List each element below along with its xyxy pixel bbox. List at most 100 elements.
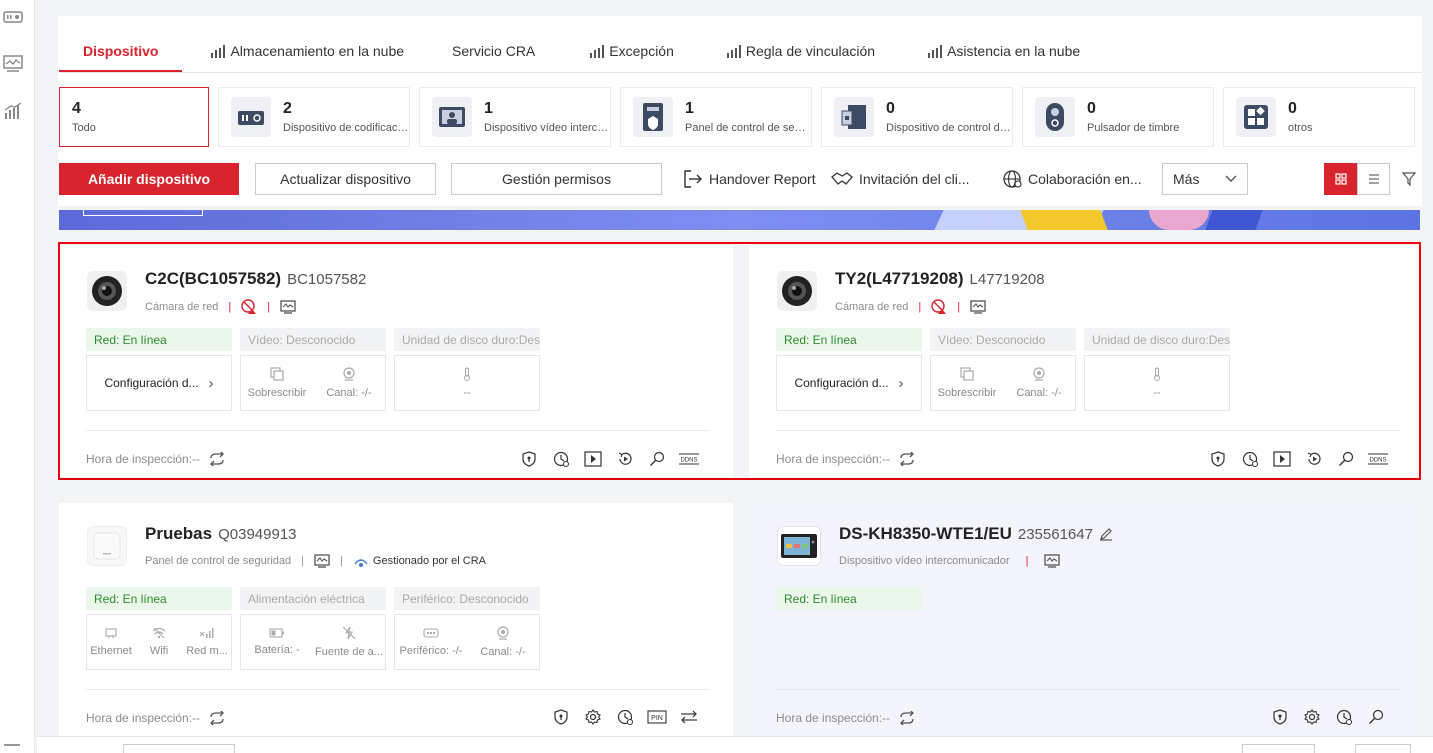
device-card[interactable]: TY2(L47719208) L47719208 Cámara de red | … bbox=[749, 245, 1420, 477]
invite-label: Invitación del cli... bbox=[859, 171, 970, 187]
inspection-time: Hora de inspección:-- bbox=[86, 452, 201, 466]
category-security-panel[interactable]: 1 Panel de control de seguridad bbox=[620, 87, 812, 147]
update-device-button[interactable]: Actualizar dispositivo bbox=[255, 163, 436, 195]
permissions-button[interactable]: Gestión permisos bbox=[451, 163, 662, 195]
schedule-icon[interactable] bbox=[1239, 448, 1261, 470]
category-doorbell[interactable]: 0 Pulsador de timbre bbox=[1022, 87, 1214, 147]
page-jump-input[interactable] bbox=[1242, 744, 1315, 753]
collaboration-button[interactable]: Colaboración en... bbox=[1002, 163, 1142, 195]
power-supply-icon bbox=[342, 626, 356, 640]
configuration-button[interactable]: Configuración d... › bbox=[86, 355, 232, 411]
add-device-button[interactable]: Añadir dispositivo bbox=[59, 163, 239, 195]
category-label: Dispositivo de control de acceso bbox=[886, 122, 1012, 134]
schedule-icon[interactable] bbox=[1333, 706, 1355, 728]
ethernet-label: Ethernet bbox=[90, 645, 132, 657]
separator: | bbox=[228, 301, 232, 313]
monitor-menu-icon[interactable] bbox=[2, 55, 24, 73]
alarm-warning-icon[interactable] bbox=[931, 299, 947, 315]
configuration-button[interactable]: Configuración d... › bbox=[776, 355, 922, 411]
more-dropdown[interactable]: Más bbox=[1162, 163, 1248, 195]
device-name[interactable]: DS-KH8350-WTE1/EU bbox=[839, 524, 1012, 544]
edit-icon[interactable] bbox=[1099, 527, 1113, 541]
ddns-icon[interactable]: DDNS bbox=[678, 448, 700, 470]
tab-almacenamiento[interactable]: Almacenamiento en la nube bbox=[182, 30, 428, 72]
device-card[interactable]: C2C(BC1057582) BC1057582 Cámara de red | … bbox=[59, 245, 733, 477]
grid-view-button[interactable] bbox=[1324, 163, 1357, 195]
refresh-icon[interactable] bbox=[898, 452, 916, 466]
pin-icon[interactable]: PIN bbox=[646, 706, 668, 728]
monitor-icon[interactable] bbox=[1044, 554, 1061, 568]
playback-icon[interactable] bbox=[1303, 448, 1325, 470]
left-rail bbox=[0, 0, 35, 753]
playback-icon[interactable] bbox=[614, 448, 636, 470]
schedule-icon[interactable] bbox=[614, 706, 636, 728]
peripheral-icon bbox=[423, 628, 439, 638]
handover-report-button[interactable]: Handover Report bbox=[683, 163, 816, 195]
statistics-menu-icon[interactable] bbox=[2, 102, 24, 120]
inspection-time: Hora de inspección:-- bbox=[776, 711, 891, 725]
peripheral-status: Periférico: Desconocido bbox=[394, 587, 540, 610]
live-view-icon[interactable] bbox=[1271, 448, 1293, 470]
page-size-select[interactable] bbox=[123, 744, 235, 753]
page-button[interactable] bbox=[1355, 744, 1411, 753]
search-icon[interactable] bbox=[1335, 448, 1357, 470]
category-count: 0 bbox=[1087, 100, 1096, 117]
device-serial: 235561647 bbox=[1017, 525, 1093, 543]
device-name[interactable]: TY2(L47719208) bbox=[835, 269, 964, 288]
hdd-status: Unidad de disco duro:Desconocido bbox=[394, 328, 540, 351]
category-label: Panel de control de seguridad bbox=[685, 122, 811, 134]
search-icon[interactable] bbox=[646, 448, 668, 470]
tab-regla-vinculacion[interactable]: Regla de vinculación bbox=[698, 30, 899, 72]
list-icon bbox=[1368, 174, 1379, 184]
category-all[interactable]: 4 Todo bbox=[59, 87, 209, 147]
tab-label: Excepción bbox=[609, 43, 674, 59]
category-others[interactable]: 0 otros bbox=[1223, 87, 1415, 147]
camera-channel-icon bbox=[1033, 367, 1045, 381]
monitor-icon[interactable] bbox=[970, 300, 986, 314]
promo-banner[interactable] bbox=[59, 210, 1420, 230]
shield-icon[interactable] bbox=[1207, 448, 1229, 470]
category-encoder[interactable]: 2 Dispositivo de codificación bbox=[218, 87, 410, 147]
refresh-icon[interactable] bbox=[898, 711, 916, 725]
monitor-icon[interactable] bbox=[314, 554, 330, 568]
live-view-icon[interactable] bbox=[582, 448, 604, 470]
device-name[interactable]: C2C(BC1057582) bbox=[145, 269, 281, 288]
shield-icon[interactable] bbox=[1269, 706, 1291, 728]
banner-decoration bbox=[1149, 210, 1209, 230]
menu-collapse-icon[interactable] bbox=[4, 744, 20, 746]
channel-label: Canal: -/- bbox=[480, 646, 526, 658]
device-card[interactable]: DS-KH8350-WTE1/EU 235561647 Dispositivo … bbox=[749, 503, 1418, 736]
device-card[interactable]: Pruebas Q03949913 Panel de control de seg… bbox=[59, 503, 733, 736]
banner-button[interactable] bbox=[83, 210, 203, 216]
refresh-icon[interactable] bbox=[208, 452, 226, 466]
storage-box: Sobrescribir Canal: -/- bbox=[240, 355, 386, 411]
tab-asistencia-nube[interactable]: Asistencia en la nube bbox=[899, 30, 1104, 72]
list-view-button[interactable] bbox=[1357, 163, 1390, 195]
transfer-icon[interactable] bbox=[678, 706, 700, 728]
tab-excepcion[interactable]: Excepción bbox=[559, 30, 698, 72]
camera-channel-icon bbox=[343, 367, 355, 381]
grid-icon bbox=[1334, 173, 1347, 185]
tab-servicio-cra[interactable]: Servicio CRA bbox=[428, 30, 559, 72]
chevron-down-icon bbox=[1225, 175, 1237, 182]
category-intercom[interactable]: 1 Dispositivo vídeo intercomunicador bbox=[419, 87, 611, 147]
security-panel-image bbox=[87, 526, 127, 566]
device-menu-icon[interactable] bbox=[2, 8, 24, 26]
monitor-icon[interactable] bbox=[280, 300, 296, 314]
shield-icon[interactable] bbox=[550, 706, 572, 728]
search-icon[interactable] bbox=[1365, 706, 1387, 728]
ddns-icon[interactable]: DDNS bbox=[1367, 448, 1389, 470]
wifi-icon bbox=[152, 627, 166, 639]
gear-icon[interactable] bbox=[1301, 706, 1323, 728]
refresh-icon[interactable] bbox=[208, 711, 226, 725]
shield-icon[interactable] bbox=[518, 448, 540, 470]
channel-label: Canal: -/- bbox=[326, 387, 372, 399]
filter-button[interactable] bbox=[1392, 163, 1425, 195]
device-name[interactable]: Pruebas bbox=[145, 524, 212, 543]
gear-icon[interactable] bbox=[582, 706, 604, 728]
category-access-control[interactable]: 0 Dispositivo de control de acceso bbox=[821, 87, 1013, 147]
tab-dispositivo[interactable]: Dispositivo bbox=[59, 30, 183, 72]
schedule-icon[interactable] bbox=[550, 448, 572, 470]
invite-client-button[interactable]: Invitación del cli... bbox=[831, 163, 970, 195]
alarm-warning-icon[interactable] bbox=[241, 299, 257, 315]
